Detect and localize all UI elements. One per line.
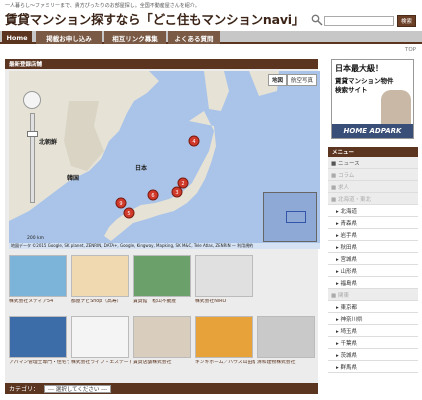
shop-thumbnail[interactable] bbox=[195, 316, 253, 358]
shop-thumbnail[interactable] bbox=[133, 316, 191, 358]
latest-shops-panel: 最新登録店舗 地図 航空写真 北朝鮮 韓国 日本 4 2 3 6 9 5 200… bbox=[5, 59, 320, 394]
shop-card[interactable]: 株式会社NiRO bbox=[195, 255, 255, 305]
shop-thumbnail[interactable] bbox=[195, 255, 253, 297]
side-menu-item[interactable]: ■ コラム bbox=[328, 169, 418, 181]
shop-card[interactable]: 都屋ナビShop（高寿） bbox=[71, 255, 131, 305]
nav-home[interactable]: Home bbox=[2, 31, 32, 44]
map-marker[interactable]: 6 bbox=[147, 189, 159, 201]
map-marker[interactable]: 5 bbox=[123, 207, 135, 219]
nav-apply[interactable]: 掲載お申し込み bbox=[36, 31, 102, 44]
side-menu-item[interactable]: ■ ニュース bbox=[328, 157, 418, 169]
side-menu-item[interactable]: ▸ 福島県 bbox=[328, 277, 418, 289]
side-menu-item[interactable]: ■ 関東 bbox=[328, 289, 418, 301]
google-map[interactable]: 地図 航空写真 北朝鮮 韓国 日本 4 2 3 6 9 5 200 km 地図デ… bbox=[9, 71, 320, 249]
side-menu-item[interactable]: ▸ 埼玉県 bbox=[328, 325, 418, 337]
shop-card[interactable]: 清和建物株式会社 bbox=[257, 316, 317, 366]
svg-text:5: 5 bbox=[127, 211, 130, 217]
svg-text:3: 3 bbox=[175, 190, 178, 196]
shop-thumbnail[interactable] bbox=[9, 255, 67, 297]
side-menu-item[interactable]: ▸ 群馬県 bbox=[328, 361, 418, 373]
search-icon bbox=[311, 14, 323, 26]
shop-thumbnail[interactable] bbox=[133, 255, 191, 297]
shop-caption[interactable]: 株式会社NiRO bbox=[195, 299, 255, 305]
side-menu-item[interactable]: ■ 北海道・東北 bbox=[328, 193, 418, 205]
category-select[interactable]: --- 選択してください --- bbox=[44, 384, 112, 393]
shop-caption[interactable]: 清和建物株式会社 bbox=[257, 360, 317, 366]
shop-thumbnail[interactable] bbox=[257, 316, 315, 358]
side-menu-item[interactable]: ▸ 北海道 bbox=[328, 205, 418, 217]
svg-text:4: 4 bbox=[192, 139, 195, 145]
side-menu-item[interactable]: ▸ 秋田県 bbox=[328, 241, 418, 253]
shop-thumbnail[interactable] bbox=[71, 316, 129, 358]
nav-link-exchange[interactable]: 相互リンク募集 bbox=[104, 31, 166, 44]
shop-card[interactable]: 株式会社メディア54 bbox=[9, 255, 69, 305]
svg-text:9: 9 bbox=[119, 201, 122, 207]
category-bar: カテゴリ： --- 選択してください --- bbox=[5, 383, 318, 394]
map-marker[interactable]: 2 bbox=[177, 177, 189, 189]
section-title: 最新登録店舗 bbox=[5, 59, 318, 69]
nav-faq[interactable]: よくある質問 bbox=[168, 31, 220, 44]
map-marker[interactable]: 9 bbox=[115, 197, 127, 209]
shop-card[interactable]: 賃貸館 松山不動産 bbox=[133, 255, 193, 305]
map-overview-inset[interactable] bbox=[263, 192, 317, 242]
shop-card[interactable]: 株式会社ライフ・エステート bbox=[71, 316, 131, 366]
side-menu: メニュー ■ ニュース ■ コラム ■ 求人 ■ 北海道・東北 ▸ 北海道 ▸ 青森県 ▸ … bbox=[328, 147, 418, 373]
map-attribution: 地図データ ©2015 Google, SK planet, ZENRIN, D… bbox=[9, 243, 320, 249]
top-link[interactable]: TOP bbox=[405, 47, 416, 53]
shop-card[interactable]: キンキホーム／ハウス山田駅前センター bbox=[195, 316, 255, 366]
map-marker[interactable]: 3 bbox=[171, 186, 183, 198]
site-tagline: 一人暮らし〜ファミリーまで、貴方ぴったりのお部屋探し。全国不動産屋さんを紹介。 bbox=[5, 3, 200, 9]
map-scale: 200 km bbox=[27, 236, 45, 241]
side-menu-title: メニュー bbox=[328, 147, 418, 157]
shop-thumbnail[interactable] bbox=[71, 255, 129, 297]
ad-subline-2: 検索サイト bbox=[335, 86, 368, 94]
shop-caption[interactable]: 都屋ナビShop（高寿） bbox=[71, 299, 131, 305]
shop-card[interactable]: アパマン管理士専門・住宅ライフプラス bbox=[9, 316, 69, 366]
shop-caption[interactable]: キンキホーム／ハウス山田駅前センター bbox=[195, 360, 255, 366]
side-menu-item[interactable]: ▸ 千葉県 bbox=[328, 337, 418, 349]
shop-caption[interactable]: 賃貸館 松山不動産 bbox=[133, 299, 193, 305]
shop-card[interactable]: 賃貸店舗株式会社 bbox=[133, 316, 193, 366]
shop-thumbnail[interactable] bbox=[9, 316, 67, 358]
side-menu-item[interactable]: ▸ 東京都 bbox=[328, 301, 418, 313]
ad-banner[interactable]: 日本最大級！ 賃貸マンション物件 検索サイト HOME ADPARK bbox=[331, 59, 414, 139]
shop-caption[interactable]: 株式会社ライフ・エステート bbox=[71, 360, 131, 366]
main-nav: Home 掲載お申し込み 相互リンク募集 よくある質問 bbox=[0, 31, 422, 44]
svg-text:2: 2 bbox=[181, 181, 184, 187]
map-marker[interactable]: 4 bbox=[188, 135, 200, 147]
side-menu-item[interactable]: ▸ 岩手県 bbox=[328, 229, 418, 241]
side-menu-item[interactable]: ▸ 宮城県 bbox=[328, 253, 418, 265]
search-input[interactable] bbox=[324, 16, 394, 26]
side-menu-item[interactable]: ▸ 青森県 bbox=[328, 217, 418, 229]
side-menu-item[interactable]: ■ 求人 bbox=[328, 181, 418, 193]
ad-headline: 日本最大級！ bbox=[335, 64, 383, 73]
search-button[interactable]: 検索 bbox=[397, 15, 416, 27]
side-menu-item[interactable]: ▸ 茨城県 bbox=[328, 349, 418, 361]
site-title[interactable]: 賃貸マンション探すなら「どこ住もマンションnavi」 bbox=[5, 9, 304, 28]
shop-caption[interactable]: 賃貸店舗株式会社 bbox=[133, 360, 193, 366]
category-label: カテゴリ： bbox=[9, 386, 40, 393]
ad-person-image bbox=[381, 90, 411, 126]
side-menu-item[interactable]: ▸ 山形県 bbox=[328, 265, 418, 277]
svg-text:6: 6 bbox=[151, 193, 154, 199]
shop-caption[interactable]: アパマン管理士専門・住宅ライフプラス bbox=[9, 360, 69, 366]
shop-caption[interactable]: 株式会社メディア54 bbox=[9, 299, 69, 305]
side-menu-item[interactable]: ▸ 神奈川県 bbox=[328, 313, 418, 325]
ad-brand: HOME ADPARK bbox=[332, 124, 413, 138]
